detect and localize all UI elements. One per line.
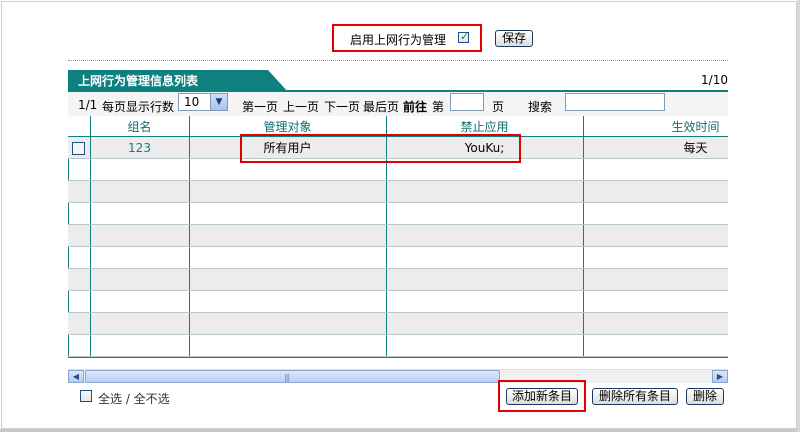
table-row xyxy=(68,268,728,291)
cell-group[interactable]: 123 xyxy=(90,136,190,159)
scroll-right-icon[interactable]: ▶ xyxy=(712,370,728,383)
scroll-left-icon[interactable]: ◀ xyxy=(68,370,84,383)
column-header-time: 生效时间 xyxy=(583,116,728,137)
table-row xyxy=(68,224,728,247)
table-row xyxy=(68,312,728,335)
pager-current: 1/1 xyxy=(78,98,98,112)
delete-button[interactable]: 删除 xyxy=(686,388,724,405)
table-row xyxy=(68,334,728,357)
check-icon: ✓ xyxy=(460,30,470,43)
cell-time: 每天 xyxy=(583,136,728,159)
grid-bottom-border xyxy=(68,357,728,358)
rows-per-page-select[interactable]: 10 ▼ xyxy=(178,93,228,111)
select-all-label: 全选 / 全不选 xyxy=(98,392,170,406)
horizontal-scrollbar[interactable]: ◀ ||| ▶ xyxy=(68,369,728,383)
page-total: 1/10 xyxy=(701,73,728,87)
page-number-input[interactable] xyxy=(450,93,484,111)
first-page-link[interactable]: 第一页 xyxy=(242,98,278,115)
divider xyxy=(68,60,728,61)
select-all-checkbox[interactable] xyxy=(80,390,92,402)
page-prefix: 第 xyxy=(432,100,445,114)
table-row xyxy=(68,180,728,203)
table-row xyxy=(68,290,728,313)
table-row xyxy=(68,202,728,225)
enable-label: 启用上网行为管理 xyxy=(350,33,447,47)
enable-checkbox[interactable]: ✓ xyxy=(458,30,470,43)
row-select-cell[interactable] xyxy=(68,136,91,159)
scrollbar-thumb[interactable]: ||| xyxy=(85,370,500,383)
chevron-down-icon[interactable]: ▼ xyxy=(210,94,227,110)
next-page-link[interactable]: 下一页 xyxy=(324,98,360,115)
column-header-group: 组名 xyxy=(90,116,190,137)
add-entry-button[interactable]: 添加新条目 xyxy=(506,388,578,405)
save-button[interactable]: 保存 xyxy=(495,30,533,47)
search-input[interactable] xyxy=(565,93,665,111)
delete-all-button[interactable]: 删除所有条目 xyxy=(592,388,678,405)
pager: 1/1 每页显示行数 10 ▼ 第一页 上一页 下一页 最后页 前往 第 页 搜… xyxy=(68,92,728,116)
rows-per-page-label: 每页显示行数 xyxy=(102,100,175,114)
page-suffix: 页 xyxy=(492,100,505,114)
highlight-row xyxy=(240,134,521,163)
list-title: 上网行为管理信息列表 xyxy=(68,70,268,92)
row-checkbox[interactable] xyxy=(72,141,86,155)
prev-page-link[interactable]: 上一页 xyxy=(283,98,319,115)
table-row xyxy=(68,246,728,269)
search-label: 搜索 xyxy=(528,100,553,114)
title-tab-slant xyxy=(268,70,288,92)
rows-per-page-value: 10 xyxy=(184,95,200,109)
grip-icon: ||| xyxy=(284,373,290,382)
goto-link[interactable]: 前往 xyxy=(403,98,427,115)
select-column-header xyxy=(68,116,91,137)
list-title-bar: 上网行为管理信息列表 1/10 xyxy=(68,70,728,92)
last-page-link[interactable]: 最后页 xyxy=(363,98,399,115)
